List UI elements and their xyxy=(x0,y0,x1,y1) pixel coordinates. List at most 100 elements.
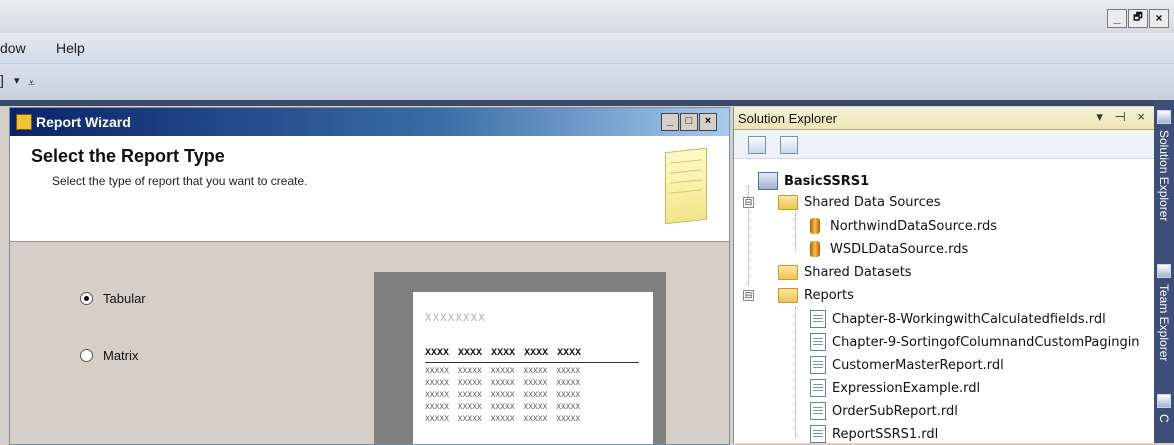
tree-label: Reports xyxy=(804,287,854,303)
data-source-icon xyxy=(810,218,820,234)
wizard-header: Select the Report Type Select the type o… xyxy=(10,136,729,242)
data-source-icon xyxy=(810,241,820,257)
notepad-icon xyxy=(665,147,707,225)
tree-node-shared-datasets[interactable]: Shared Datasets xyxy=(778,262,912,282)
side-tab-label: Team Explorer xyxy=(1157,284,1171,362)
project-icon xyxy=(758,172,778,190)
menu-help[interactable]: Help xyxy=(56,40,85,56)
collapse-icon[interactable]: ⊟ xyxy=(743,197,754,208)
menu-bar: dow Help xyxy=(0,33,1174,64)
preview-header-rule xyxy=(425,362,639,363)
tree-label: Shared Data Sources xyxy=(804,194,941,210)
app-title-bar: _ 🗗 × xyxy=(0,0,1174,34)
solution-explorer-panel: Solution Explorer ▾ ⊣ × BasicSSRS1 ⊟ Sha… xyxy=(733,107,1155,443)
dialog-title-bar[interactable]: Report Wizard _ □ × xyxy=(10,108,729,136)
preview-row: XXXXX XXXXX XXXXX XXXXX XXXXX xyxy=(425,367,581,376)
window-controls: _ 🗗 × xyxy=(1107,9,1169,28)
collapse-icon[interactable]: ⊟ xyxy=(743,290,754,301)
side-tab-strip: Solution Explorer Team Explorer C xyxy=(1154,100,1174,443)
side-tab-label: C xyxy=(1157,414,1171,423)
workspace-divider xyxy=(0,100,1174,106)
tree-node-project[interactable]: BasicSSRS1 xyxy=(758,171,869,191)
report-file-icon xyxy=(810,379,826,397)
report-file-icon xyxy=(810,333,826,351)
properties-icon[interactable] xyxy=(748,136,766,154)
tree-node-report[interactable]: Chapter-8-WorkingwithCalculatedfields.rd… xyxy=(810,309,1106,329)
report-file-icon xyxy=(810,425,826,443)
preview-header-cell: XXXX xyxy=(458,348,483,359)
solution-explorer-title-bar: Solution Explorer ▾ ⊣ × xyxy=(734,107,1155,130)
panel-title: Solution Explorer xyxy=(738,111,837,126)
radio-matrix[interactable]: Matrix xyxy=(80,348,138,363)
chevron-down-icon[interactable]: ▾ xyxy=(14,74,20,87)
dialog-title: Report Wizard xyxy=(36,114,131,130)
tree-node-report[interactable]: Chapter-9-SortingofColumnandCustomPaging… xyxy=(810,332,1140,352)
preview-header-row: XXXX XXXX XXXX XXXX XXXX xyxy=(425,348,581,359)
radio-button-icon[interactable] xyxy=(80,349,93,362)
folder-icon xyxy=(778,264,798,280)
radio-label: Tabular xyxy=(103,291,146,306)
tree-label: OrderSubReport.rdl xyxy=(832,403,958,419)
tree-label: Chapter-9-SortingofColumnandCustomPaging… xyxy=(832,334,1140,350)
folder-open-icon xyxy=(778,194,798,210)
page-title: Select the Report Type xyxy=(31,146,225,166)
tree-label: Chapter-8-WorkingwithCalculatedfields.rd… xyxy=(832,311,1106,327)
menu-window[interactable]: dow xyxy=(0,40,26,56)
tree-label: ExpressionExample.rdl xyxy=(832,380,981,396)
tree-node-report[interactable]: CustomerMasterReport.rdl xyxy=(810,355,1004,375)
tree-label: Shared Datasets xyxy=(804,264,912,280)
side-tab-class-view[interactable]: C xyxy=(1154,390,1174,423)
toolbar: ] ▾ ⩡ xyxy=(0,64,1174,100)
preview-row: XXXXX XXXXX XXXXX XXXXX XXXXX xyxy=(425,391,581,400)
tree-label: CustomerMasterReport.rdl xyxy=(832,357,1004,373)
tree-node-report[interactable]: OrderSubReport.rdl xyxy=(810,401,958,421)
report-wizard-icon xyxy=(16,114,32,130)
folder-open-icon xyxy=(778,287,798,303)
report-wizard-dialog: Report Wizard _ □ × Select the Report Ty… xyxy=(9,107,730,445)
tree-node-shared-data-sources[interactable]: Shared Data Sources xyxy=(778,192,941,212)
preview-row: XXXXX XXXXX XXXXX XXXXX XXXXX xyxy=(425,379,581,388)
close-button[interactable]: × xyxy=(1149,9,1169,28)
tree-node-reports[interactable]: Reports xyxy=(778,285,854,305)
tree-label: NorthwindDataSource.rds xyxy=(830,218,998,234)
show-all-files-icon[interactable] xyxy=(780,136,798,154)
preview-row: XXXXX XXXXX XXXXX XXXXX XXXXX xyxy=(425,415,581,424)
preview-row: XXXXX XXXXX XXXXX XXXXX XXXXX xyxy=(425,403,581,412)
dialog-maximize-button[interactable]: □ xyxy=(680,113,698,131)
tree-node-report[interactable]: ReportSSRS1.rdl xyxy=(810,424,938,444)
tree-node-datasource[interactable]: NorthwindDataSource.rds xyxy=(806,216,997,236)
radio-button-icon[interactable] xyxy=(80,292,93,305)
tree-guide xyxy=(795,307,796,437)
tree-label: BasicSSRS1 xyxy=(784,173,870,189)
minimize-button[interactable]: _ xyxy=(1107,9,1127,28)
class-view-icon xyxy=(1157,394,1171,408)
preview-header-cell: XXXX xyxy=(524,348,549,359)
tree-guide xyxy=(795,209,796,252)
tree-node-datasource[interactable]: WSDLDataSource.rds xyxy=(806,239,968,259)
solution-explorer-toolbar xyxy=(734,130,1155,159)
tree-label: ReportSSRS1.rdl xyxy=(832,426,939,442)
side-tab-solution-explorer[interactable]: Solution Explorer xyxy=(1154,106,1174,221)
report-preview: XXXXXXXX XXXX XXXX XXXX XXXX XXXX XXXXX … xyxy=(374,272,666,444)
dialog-close-button[interactable]: × xyxy=(699,113,717,131)
dialog-window-controls: _ □ × xyxy=(661,113,717,131)
panel-controls[interactable]: ▾ ⊣ × xyxy=(1096,109,1149,125)
side-tab-team-explorer[interactable]: Team Explorer xyxy=(1154,260,1174,361)
restore-button[interactable]: 🗗 xyxy=(1128,9,1148,28)
preview-paper: XXXXXXXX XXXX XXXX XXXX XXXX XXXX XXXXX … xyxy=(413,292,653,444)
preview-header-cell: XXXX xyxy=(491,348,516,359)
preview-title: XXXXXXXX xyxy=(425,313,486,325)
tree-label: WSDLDataSource.rds xyxy=(830,241,969,257)
toolbar-overflow-icon[interactable]: ⩡ xyxy=(28,76,35,91)
side-tab-label: Solution Explorer xyxy=(1157,130,1171,222)
tree-node-report[interactable]: ExpressionExample.rdl xyxy=(810,378,980,398)
preview-header-cell: XXXX xyxy=(557,348,582,359)
report-file-icon xyxy=(810,310,826,328)
team-explorer-icon xyxy=(1157,264,1171,278)
dialog-minimize-button[interactable]: _ xyxy=(661,113,679,131)
radio-tabular[interactable]: Tabular xyxy=(80,291,146,306)
toolbar-button-icon[interactable]: ] xyxy=(0,72,4,88)
preview-header-cell: XXXX xyxy=(425,348,450,359)
page-subtitle: Select the type of report that you want … xyxy=(52,174,308,188)
report-file-icon xyxy=(810,356,826,374)
